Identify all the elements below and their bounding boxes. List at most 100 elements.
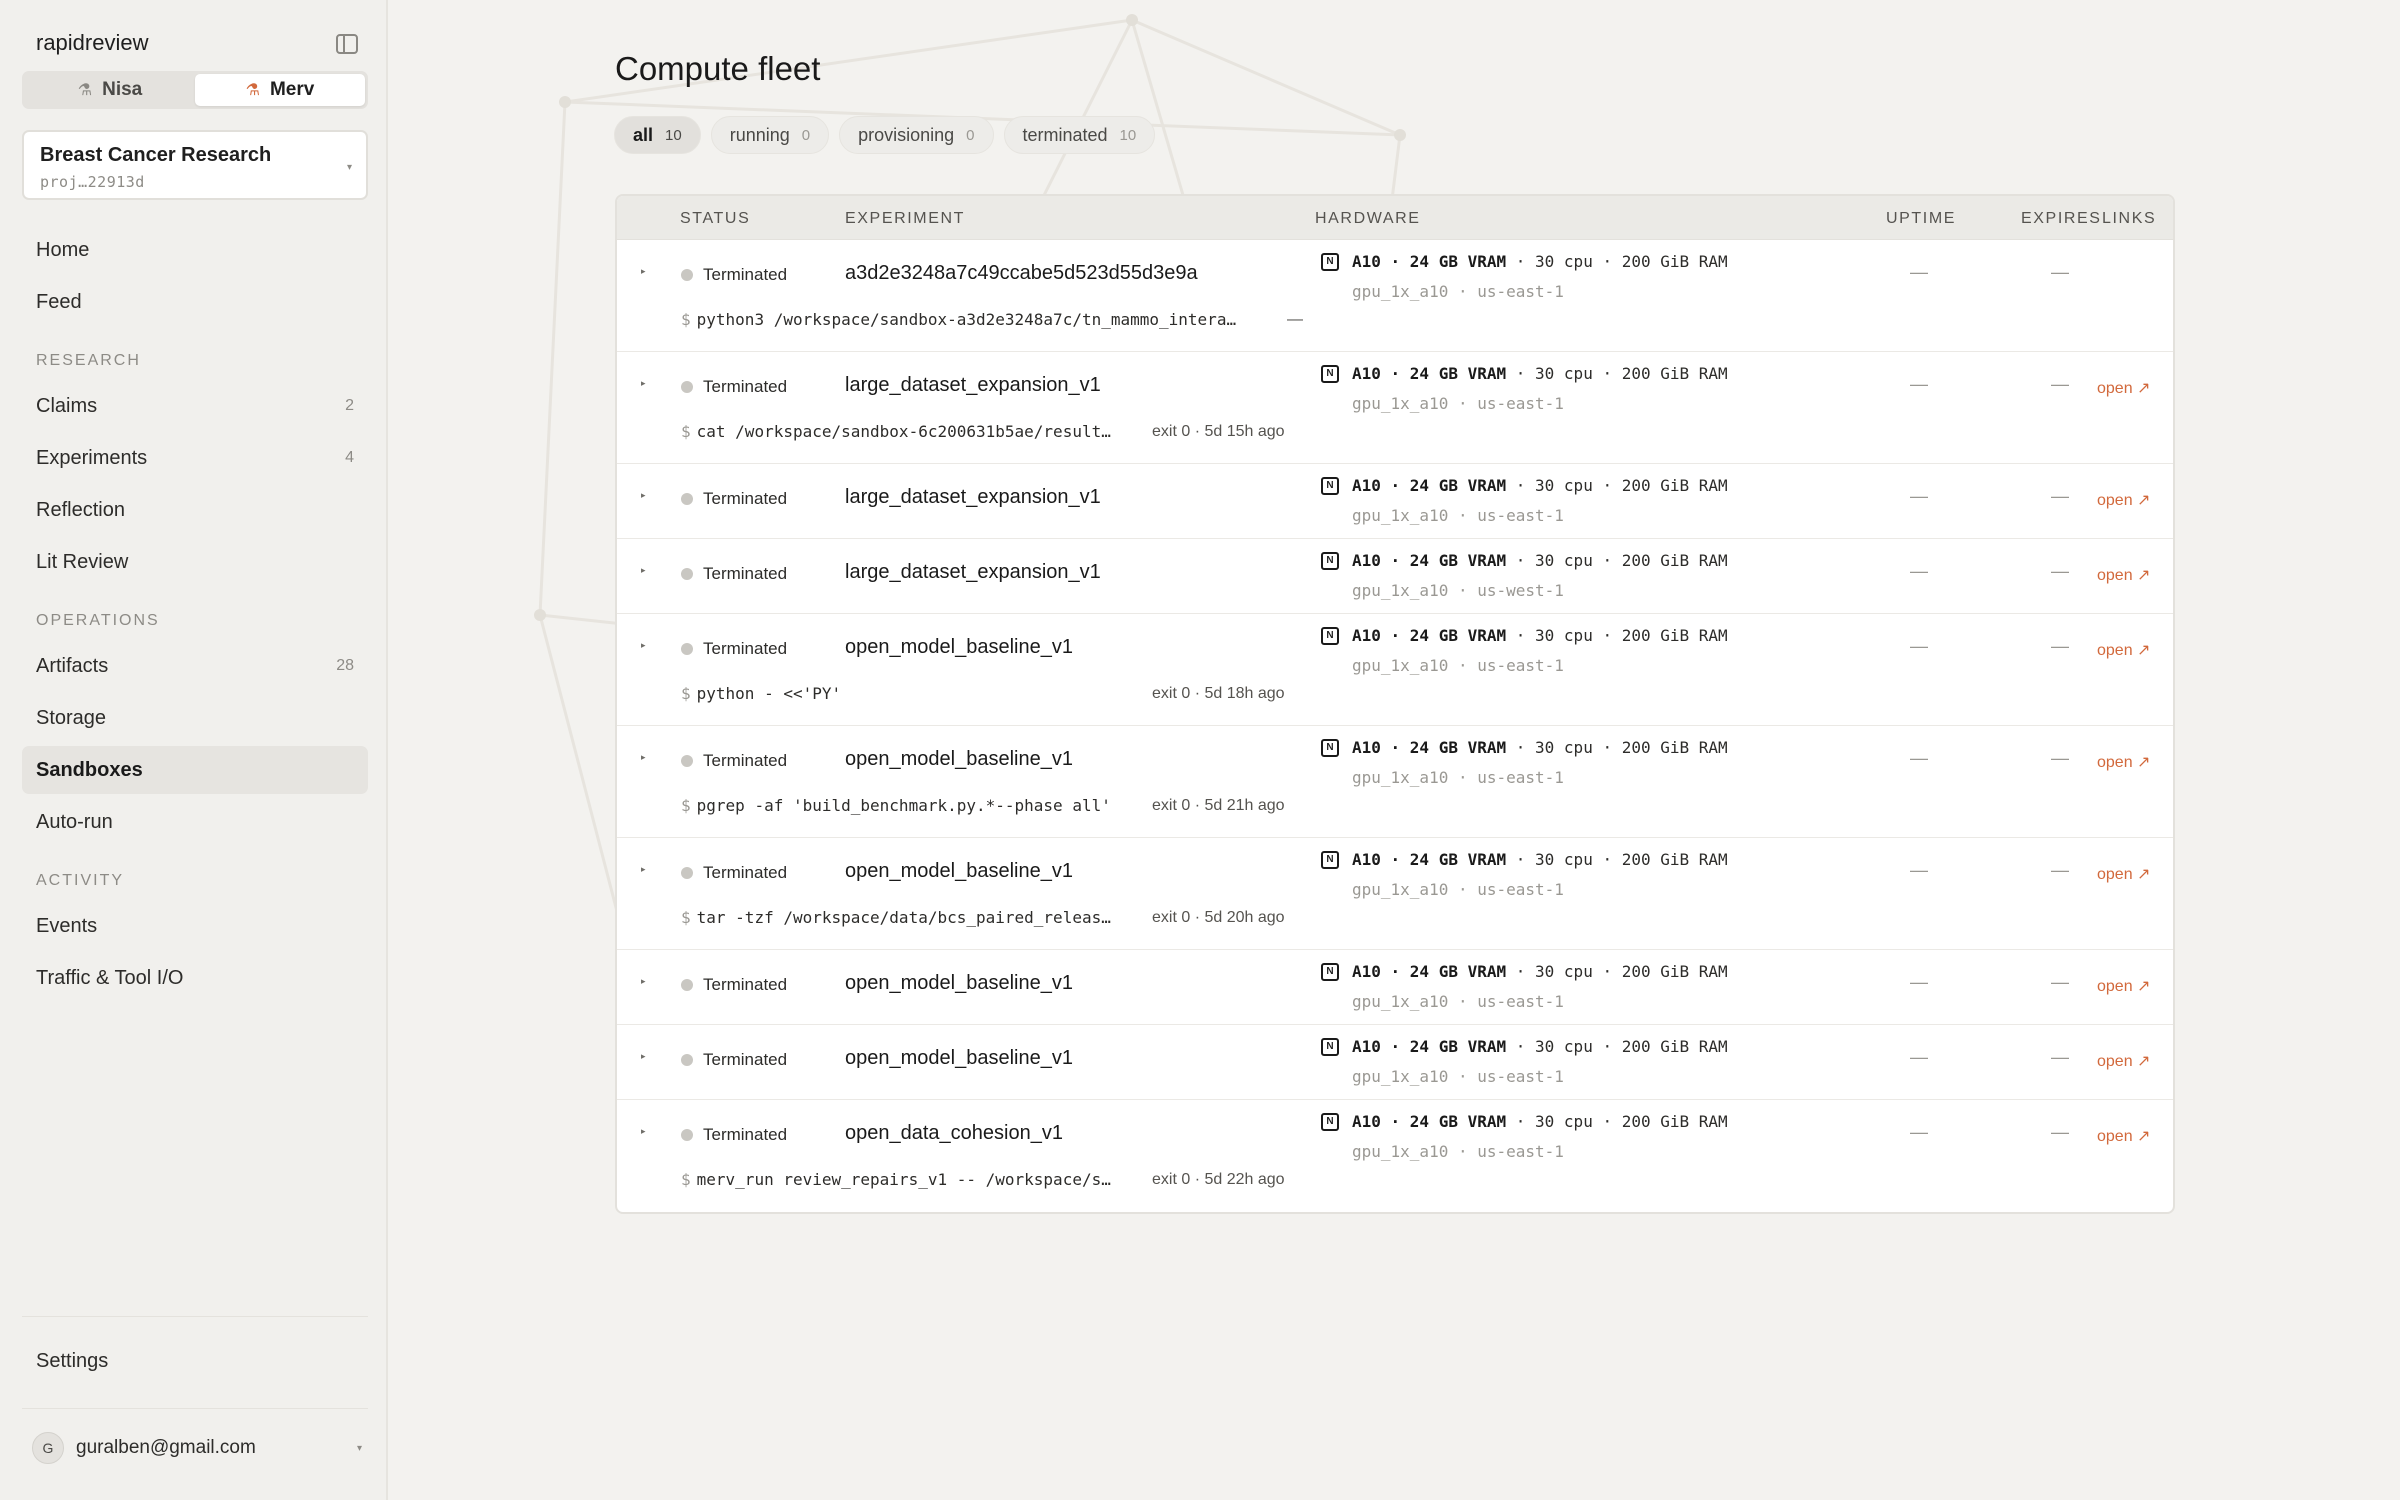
- uptime-value: —: [1910, 561, 1928, 581]
- sidebar-toggle-icon[interactable]: [336, 34, 358, 54]
- column-header-links: LINKS: [2102, 210, 2157, 227]
- open-link[interactable]: open ↗: [2097, 864, 2150, 884]
- hardware-spec: A10 · 24 GB VRAM · 30 cpu · 200 GiB RAM: [1352, 1037, 1728, 1056]
- sidebar-item-storage[interactable]: Storage: [22, 694, 368, 742]
- experiment-name: open_model_baseline_v1: [845, 860, 1073, 882]
- sidebar-item-lit-review[interactable]: Lit Review: [22, 538, 368, 586]
- filter-terminated[interactable]: terminated 10: [1003, 116, 1156, 154]
- uptime-value: —: [1910, 486, 1928, 506]
- sidebar-item-experiments[interactable]: Experiments 4: [22, 434, 368, 482]
- expand-caret-icon[interactable]: ▸: [641, 1051, 646, 1062]
- expand-caret-icon[interactable]: ▸: [641, 864, 646, 875]
- table-row[interactable]: ▸ Terminated open_model_baseline_v1 N A10 · …: [617, 614, 2173, 726]
- status-cell: Terminated: [681, 265, 787, 285]
- sidebar-item-settings[interactable]: Settings: [36, 1350, 108, 1373]
- sidebar-item-label: Lit Review: [36, 550, 129, 573]
- experiment-name: open_model_baseline_v1: [845, 972, 1073, 994]
- command-text: python - <<'PY': [696, 684, 842, 703]
- sidebar-divider: [22, 1408, 368, 1409]
- sidebar-item-label: Reflection: [36, 498, 125, 521]
- hardware-gpu: A10 · 24 GB VRAM: [1352, 551, 1507, 570]
- table-row[interactable]: ▸ Terminated a3d2e3248a7c49ccabe5d523d55d3…: [617, 240, 2173, 352]
- user-option-nisa[interactable]: ⚗ Nisa: [25, 74, 195, 106]
- gpu-chip-icon: N: [1321, 477, 1339, 495]
- table-row[interactable]: ▸ Terminated large_dataset_expansion_v1 N A1…: [617, 464, 2173, 539]
- table-row[interactable]: ▸ Terminated large_dataset_expansion_v1 N A1…: [617, 539, 2173, 614]
- table-row[interactable]: ▸ Terminated large_dataset_expansion_v1 N A1…: [617, 352, 2173, 464]
- shell-prompt-icon: $: [681, 1170, 691, 1189]
- hardware-resources: · 30 cpu · 200 GiB RAM: [1506, 850, 1728, 869]
- expand-caret-icon[interactable]: ▸: [641, 1126, 646, 1137]
- table-row[interactable]: ▸ Terminated open_model_baseline_v1 N A10 · …: [617, 726, 2173, 838]
- command-text: python3 /workspace/sandbox-a3d2e3248a7c/…: [696, 310, 1237, 329]
- filter-running[interactable]: running 0: [710, 116, 830, 154]
- sidebar-item-auto-run[interactable]: Auto-run: [22, 798, 368, 846]
- experiment-name: large_dataset_expansion_v1: [845, 561, 1101, 583]
- sidebar-item-events[interactable]: Events: [22, 902, 368, 950]
- table-row[interactable]: ▸ Terminated open_data_cohesion_v1 N A10 · 2…: [617, 1100, 2173, 1212]
- uptime-value: —: [1910, 1047, 1928, 1067]
- expand-caret-icon[interactable]: ▸: [641, 976, 646, 987]
- filter-all[interactable]: all 10: [614, 116, 701, 154]
- sidebar-item-claims[interactable]: Claims 2: [22, 382, 368, 430]
- gpu-chip-icon: N: [1321, 851, 1339, 869]
- nav-count: 28: [336, 657, 354, 674]
- filter-provisioning[interactable]: provisioning 0: [839, 116, 994, 154]
- expand-caret-icon[interactable]: ▸: [641, 565, 646, 576]
- expand-caret-icon[interactable]: ▸: [641, 752, 646, 763]
- sidebar-item-feed[interactable]: Feed: [22, 278, 368, 326]
- sidebar-item-label: Traffic & Tool I/O: [36, 966, 184, 989]
- command-meta: exit 0 · 5d 18h ago: [1152, 685, 1285, 702]
- last-command: $ python3 /workspace/sandbox-a3d2e3248a7c…: [681, 310, 1236, 329]
- table-row[interactable]: ▸ Terminated open_model_baseline_v1 N A10 · …: [617, 1025, 2173, 1100]
- filter-count: 10: [665, 126, 682, 144]
- user-option-merv[interactable]: ⚗ Merv: [195, 74, 365, 106]
- status-label: Terminated: [703, 975, 788, 994]
- expand-caret-icon[interactable]: ▸: [641, 640, 646, 651]
- expires-value: —: [2051, 486, 2069, 506]
- table-row[interactable]: ▸ Terminated open_model_baseline_v1 N A10 · …: [617, 838, 2173, 950]
- account-menu[interactable]: G guralben@gmail.com ▾: [32, 1432, 362, 1464]
- gpu-chip-icon: N: [1321, 1113, 1339, 1131]
- nav-count: 2: [345, 397, 354, 414]
- command-text: pgrep -af 'build_benchmark.py.*--phase a…: [696, 796, 1111, 815]
- sidebar-item-sandboxes[interactable]: Sandboxes: [22, 746, 368, 794]
- gpu-chip-icon: N: [1321, 963, 1339, 981]
- open-link[interactable]: open ↗: [2097, 378, 2150, 398]
- sidebar-item-artifacts[interactable]: Artifacts 28: [22, 642, 368, 690]
- uptime-value: —: [1910, 636, 1928, 656]
- status-label: Terminated: [703, 1050, 788, 1069]
- hardware-spec: A10 · 24 GB VRAM · 30 cpu · 200 GiB RAM: [1352, 476, 1728, 495]
- status-dot-icon: [681, 381, 693, 393]
- sidebar-nav: Home Feed RESEARCH Claims 2 Experiments 4 …: [22, 226, 368, 1006]
- open-link[interactable]: open ↗: [2097, 1126, 2150, 1146]
- expand-caret-icon[interactable]: ▸: [641, 490, 646, 501]
- hardware-resources: · 30 cpu · 200 GiB RAM: [1506, 551, 1728, 570]
- project-selector[interactable]: Breast Cancer Research proj…22913d ▾: [22, 130, 368, 200]
- open-link[interactable]: open ↗: [2097, 1051, 2150, 1071]
- account-email: guralben@gmail.com: [76, 1437, 256, 1458]
- filter-count: 0: [966, 126, 975, 144]
- sidebar-item-traffic[interactable]: Traffic & Tool I/O: [22, 954, 368, 1002]
- column-header-status: STATUS: [680, 210, 751, 227]
- table-row[interactable]: ▸ Terminated open_model_baseline_v1 N A10 · …: [617, 950, 2173, 1025]
- command-meta: exit 0 · 5d 15h ago: [1152, 423, 1285, 440]
- open-link[interactable]: open ↗: [2097, 976, 2150, 996]
- expand-caret-icon[interactable]: ▸: [641, 378, 646, 389]
- hardware-gpu: A10 · 24 GB VRAM: [1352, 962, 1507, 981]
- chevron-down-icon: ▾: [346, 162, 352, 173]
- nav-section-research: RESEARCH: [36, 352, 141, 369]
- expand-caret-icon[interactable]: ▸: [641, 266, 646, 277]
- open-link[interactable]: open ↗: [2097, 490, 2150, 510]
- open-link[interactable]: open ↗: [2097, 565, 2150, 585]
- filter-label: terminated: [1022, 124, 1108, 145]
- project-id: proj…22913d: [40, 173, 145, 191]
- sidebar-item-reflection[interactable]: Reflection: [22, 486, 368, 534]
- hardware-resources: · 30 cpu · 200 GiB RAM: [1506, 1037, 1728, 1056]
- sidebar-item-home[interactable]: Home: [22, 226, 368, 274]
- hardware-instance: gpu_1x_a10 · us-east-1: [1352, 394, 1564, 413]
- experiment-name: open_model_baseline_v1: [845, 636, 1073, 658]
- status-dot-icon: [681, 979, 693, 991]
- open-link[interactable]: open ↗: [2097, 640, 2150, 660]
- open-link[interactable]: open ↗: [2097, 752, 2150, 772]
